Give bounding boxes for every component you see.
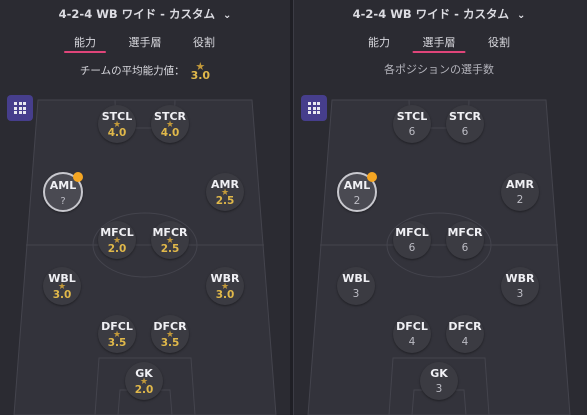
position-dfcl[interactable]: DFCL 4 [393, 315, 431, 353]
tab-depth[interactable]: 選手層 [412, 34, 466, 53]
position-gk[interactable]: GK ★ 2.0 [125, 362, 163, 400]
position-wbl[interactable]: WBL ★ 3.0 [43, 267, 81, 305]
position-stcl[interactable]: STCL 6 [393, 105, 431, 143]
position-wbr[interactable]: WBR 3 [501, 267, 539, 305]
tab-roles[interactable]: 役割 [193, 34, 215, 50]
position-mfcr[interactable]: MFCR 6 [446, 221, 484, 259]
position-stcr[interactable]: STCR 6 [446, 105, 484, 143]
notification-dot [73, 172, 83, 182]
position-stcr[interactable]: STCR ★ 4.0 [151, 105, 189, 143]
chevron-down-icon: ⌄ [516, 10, 526, 21]
grid-icon [308, 102, 320, 114]
tab-ability[interactable]: 能力 [64, 34, 106, 53]
chevron-down-icon: ⌄ [222, 10, 232, 21]
position-mfcr[interactable]: MFCR ★ 2.5 [151, 221, 189, 259]
formation-label: 4-2-4 WB ワイド - カスタム [352, 7, 509, 21]
position-gk[interactable]: GK 3 [420, 362, 458, 400]
ability-panel: 4-2-4 WB ワイド - カスタム ⌄ 能力 選手層 役割 チームの平均能力値… [0, 0, 290, 415]
grid-icon [14, 102, 26, 114]
position-amr[interactable]: AMR ★ 2.5 [206, 173, 244, 211]
position-amr[interactable]: AMR 2 [501, 173, 539, 211]
team-average-summary: チームの平均能力値： ★ 3.0 [0, 61, 290, 81]
tab-ability[interactable]: 能力 [368, 34, 390, 50]
summary-value: 3.0 [190, 69, 211, 82]
notification-dot [367, 172, 377, 182]
tab-roles[interactable]: 役割 [488, 34, 510, 50]
tab-depth[interactable]: 選手層 [129, 34, 162, 50]
position-mfcl[interactable]: MFCL ★ 2.0 [98, 221, 136, 259]
formation-selector[interactable]: 4-2-4 WB ワイド - カスタム ⌄ [0, 6, 290, 22]
position-wbr[interactable]: WBR ★ 3.0 [206, 267, 244, 305]
depth-panel: 4-2-4 WB ワイド - カスタム ⌄ 能力 選手層 役割 各ポジションの選手… [293, 0, 584, 415]
position-dfcr[interactable]: DFCR 4 [446, 315, 484, 353]
position-dfcr[interactable]: DFCR ★ 3.5 [151, 315, 189, 353]
position-mfcl[interactable]: MFCL 6 [393, 221, 431, 259]
position-wbl[interactable]: WBL 3 [337, 267, 375, 305]
view-toggle-button[interactable] [7, 95, 33, 121]
view-toggle-button[interactable] [301, 95, 327, 121]
formation-label: 4-2-4 WB ワイド - カスタム [58, 7, 215, 21]
summary-rating: ★ 3.0 [191, 61, 211, 81]
position-aml[interactable]: AML? [43, 172, 83, 212]
position-dfcl[interactable]: DFCL ★ 3.5 [98, 315, 136, 353]
tab-bar: 能力 選手層 役割 [294, 34, 584, 53]
summary-label: チームの平均能力値： [79, 65, 185, 77]
depth-caption: 各ポジションの選手数 [384, 63, 494, 76]
position-aml[interactable]: AML 2 [337, 172, 377, 212]
position-stcl[interactable]: STCL ★ 4.0 [98, 105, 136, 143]
tab-bar: 能力 選手層 役割 [0, 34, 290, 53]
formation-selector[interactable]: 4-2-4 WB ワイド - カスタム ⌄ [294, 6, 584, 22]
